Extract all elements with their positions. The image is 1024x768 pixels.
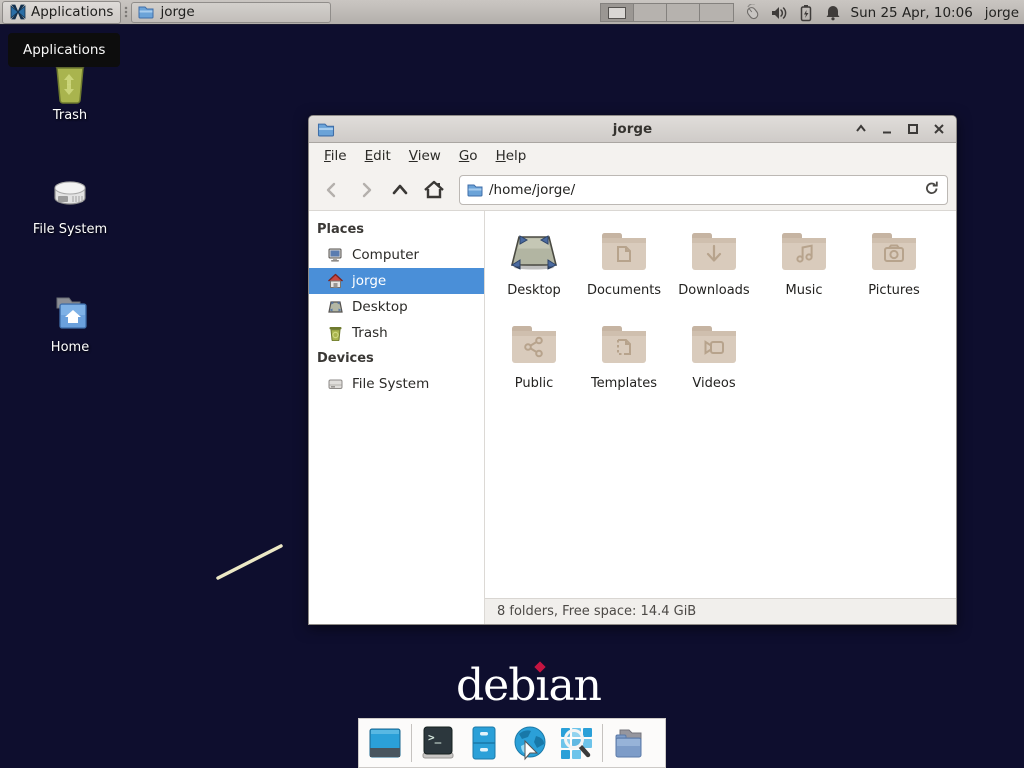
terminal-launcher[interactable]: >_ [418, 723, 458, 763]
maximize-button[interactable] [904, 120, 922, 138]
hard-drive-icon [327, 376, 344, 392]
sidebar-header-places: Places [309, 217, 484, 242]
applications-tooltip: Applications [8, 33, 120, 67]
trash-icon [327, 325, 344, 341]
file-item-downloads[interactable]: Downloads [669, 221, 759, 314]
videos-folder-icon [689, 314, 739, 376]
home-button[interactable] [419, 175, 449, 205]
menu-view[interactable]: View [400, 144, 450, 168]
desktop-icon-label: Home [51, 340, 89, 355]
panel-username[interactable]: jorge [985, 5, 1019, 21]
file-manager-launcher[interactable] [464, 723, 504, 763]
computer-icon [327, 247, 344, 263]
wallpaper-comet [210, 538, 300, 588]
file-item-desktop[interactable]: Desktop [489, 221, 579, 314]
workspace-2[interactable] [634, 4, 667, 21]
sidebar-item-file-system[interactable]: File System [309, 371, 484, 397]
sidebar-item-computer[interactable]: Computer [309, 242, 484, 268]
sidebar-header-devices: Devices [309, 346, 484, 371]
battery-icon[interactable] [797, 3, 815, 23]
mouse-settings-icon[interactable] [743, 3, 761, 23]
forward-button[interactable] [351, 175, 381, 205]
sidebar: Places Computer [309, 211, 485, 624]
workspace-switcher[interactable] [600, 3, 734, 22]
music-folder-icon [779, 221, 829, 283]
debian-logo: debıan [456, 660, 601, 711]
back-button[interactable] [317, 175, 347, 205]
desktop: debıan Trash File System [0, 0, 1024, 768]
close-button[interactable] [930, 120, 948, 138]
sidebar-item-trash[interactable]: Trash [309, 320, 484, 346]
file-item-documents[interactable]: Documents [579, 221, 669, 314]
top-panel: Applications jorge [0, 0, 1024, 25]
file-item-music[interactable]: Music [759, 221, 849, 314]
workspace-4[interactable] [700, 4, 733, 21]
workspace-1[interactable] [601, 4, 634, 21]
brand-text: deb [456, 660, 535, 711]
shade-button[interactable] [852, 120, 870, 138]
applications-menu-button[interactable]: Applications [2, 1, 121, 24]
location-bar[interactable]: /home/jorge/ [459, 175, 948, 205]
desktop-icon-label: File System [33, 222, 107, 237]
sidebar-item-jorge-home[interactable]: jorge [309, 268, 484, 294]
volume-icon[interactable] [770, 3, 788, 23]
folder-icon [138, 5, 154, 19]
panel-clock[interactable]: Sun 25 Apr, 10:06 [851, 5, 973, 21]
sidebar-item-desktop[interactable]: Desktop [309, 294, 484, 320]
file-manager-window: jorge File Edit View Go Help [308, 115, 957, 625]
dock-separator [411, 724, 412, 762]
workspace-3[interactable] [667, 4, 700, 21]
pictures-folder-icon [869, 221, 919, 283]
workspace-window-thumb [608, 7, 626, 19]
xfce-applications-icon [10, 4, 26, 20]
file-item-public[interactable]: Public [489, 314, 579, 407]
templates-folder-icon [599, 314, 649, 376]
menubar: File Edit View Go Help [309, 143, 956, 169]
menu-help[interactable]: Help [487, 144, 536, 168]
file-list: Desktop [485, 211, 956, 598]
panel-right-cluster: Sun 25 Apr, 10:06 jorge [600, 0, 1020, 25]
file-item-pictures[interactable]: Pictures [849, 221, 939, 314]
desktop-icon-file-system[interactable]: File System [15, 172, 125, 237]
downloads-folder-icon [689, 221, 739, 283]
location-folder-icon [467, 183, 483, 197]
dock-separator [602, 724, 603, 762]
desktop-icon [327, 299, 344, 315]
file-item-videos[interactable]: Videos [669, 314, 759, 407]
taskbar-window-button[interactable]: jorge [131, 2, 331, 23]
minimize-button[interactable] [878, 120, 896, 138]
applications-label: Applications [31, 4, 113, 20]
panel-separator [123, 4, 129, 20]
web-browser-launcher[interactable] [510, 723, 550, 763]
svg-text:>_: >_ [428, 731, 442, 744]
menu-go[interactable]: Go [450, 144, 487, 168]
folder-launcher[interactable] [609, 723, 649, 763]
menu-edit[interactable]: Edit [356, 144, 400, 168]
desktop-icon-home[interactable]: Home [15, 290, 125, 355]
location-input[interactable]: /home/jorge/ [489, 182, 918, 198]
desktop-icon-trash[interactable]: Trash [15, 58, 125, 123]
application-finder-launcher[interactable] [556, 723, 596, 763]
notifications-bell-icon[interactable] [824, 3, 842, 23]
up-button[interactable] [385, 175, 415, 205]
file-item-templates[interactable]: Templates [579, 314, 669, 407]
desktop-special-icon [507, 221, 561, 283]
desktop-icon-label: Trash [53, 108, 87, 123]
dock-panel: >_ [358, 718, 666, 768]
toolbar: /home/jorge/ [309, 169, 956, 211]
reload-button[interactable] [924, 180, 940, 200]
hard-drive-icon [47, 172, 93, 218]
statusbar: 8 folders, Free space: 14.4 GiB [485, 598, 956, 624]
menu-file[interactable]: File [315, 144, 356, 168]
taskbar-window-label: jorge [160, 4, 194, 20]
window-titlebar[interactable]: jorge [309, 116, 956, 143]
home-folder-icon [47, 290, 93, 336]
documents-folder-icon [599, 221, 649, 283]
public-folder-icon [509, 314, 559, 376]
home-icon [327, 273, 344, 289]
show-desktop-button[interactable] [365, 723, 405, 763]
